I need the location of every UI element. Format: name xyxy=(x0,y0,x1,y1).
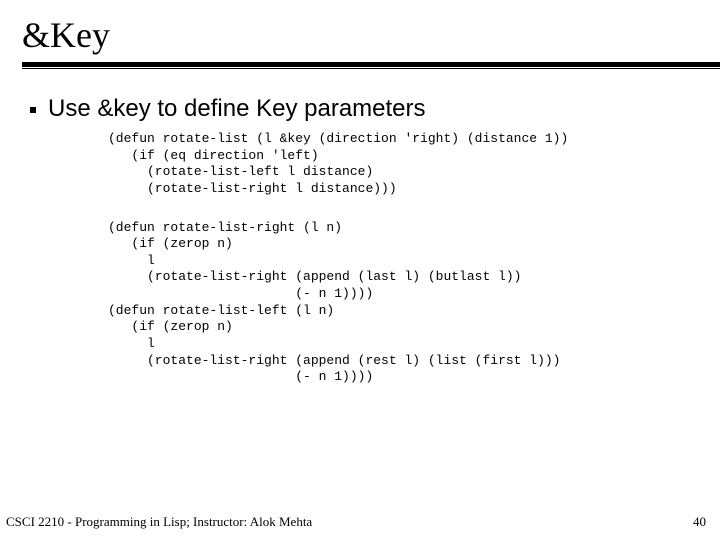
slide: &Key Use &key to define Key parameters (… xyxy=(0,0,720,540)
bullet-text: Use &key to define Key parameters xyxy=(48,95,426,123)
slide-body: Use &key to define Key parameters (defun… xyxy=(0,67,720,386)
slide-number: 40 xyxy=(693,514,706,530)
title-underline xyxy=(22,62,720,67)
code-block-1: (defun rotate-list (l &key (direction 'r… xyxy=(30,123,720,198)
code-block-2: (defun rotate-list-right (l n) (if (zero… xyxy=(30,212,720,386)
bullet-row: Use &key to define Key parameters xyxy=(30,95,720,123)
footer: CSCI 2210 - Programming in Lisp; Instruc… xyxy=(0,514,720,530)
slide-title: &Key xyxy=(22,14,720,56)
footer-course: CSCI 2210 - Programming in Lisp; Instruc… xyxy=(6,514,312,530)
spacer xyxy=(30,198,720,212)
title-area: &Key xyxy=(0,0,720,67)
bullet-icon xyxy=(30,107,36,113)
